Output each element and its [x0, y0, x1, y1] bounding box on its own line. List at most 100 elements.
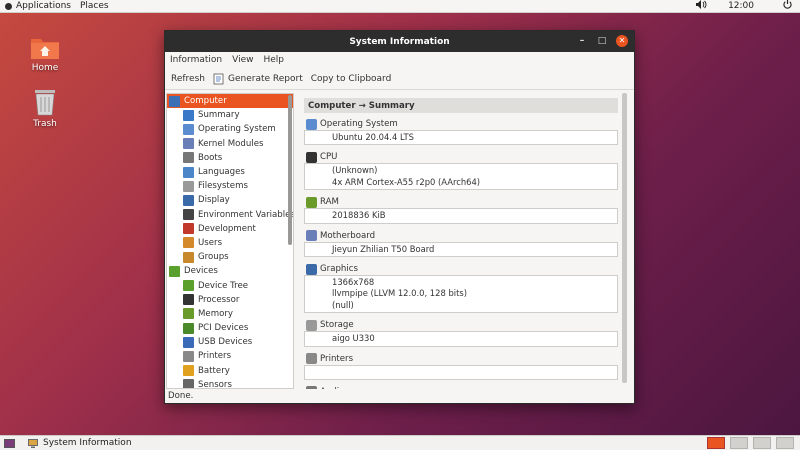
window-content: Computer Summary Operating System Kernel Mo…: [165, 91, 634, 389]
maximize-button[interactable]: □: [596, 35, 608, 47]
sidebar-item-environment-variables[interactable]: Environment Variables: [167, 208, 293, 222]
monitor-icon: [306, 263, 317, 275]
sidebar-item-label: Operating System: [198, 124, 276, 135]
chip-icon: [183, 280, 194, 292]
section-value: llvmpipe (LLVM 12.0.0, 128 bits): [332, 288, 468, 299]
clock[interactable]: 12:00: [728, 1, 754, 11]
cpu-icon: [306, 151, 317, 163]
sidebar-item-kernel-modules[interactable]: Kernel Modules: [167, 137, 293, 151]
speaker-icon[interactable]: [694, 0, 708, 12]
bottom-taskbar: System Information: [0, 435, 800, 450]
sidebar-item-users[interactable]: Users: [167, 236, 293, 250]
power-icon[interactable]: [782, 0, 792, 12]
minimize-button[interactable]: –: [576, 35, 588, 47]
sidebar-item-filesystems[interactable]: Filesystems: [167, 179, 293, 193]
desktop-icon-home[interactable]: Home: [15, 36, 75, 73]
section-value: Ubuntu 20.04.4 LTS: [332, 132, 414, 142]
sidebar-item-label: Sensors: [198, 379, 232, 389]
battery-icon: [183, 365, 194, 377]
menu-view[interactable]: View: [232, 55, 253, 65]
sidebar-item-groups[interactable]: Groups: [167, 250, 293, 264]
home-folder-icon: [31, 39, 59, 59]
window-title: System Information: [349, 36, 450, 47]
workspace-3[interactable]: [753, 437, 771, 449]
section-value: 4x ARM Cortex-A55 r2p0 (AArch64): [332, 176, 481, 187]
refresh-button[interactable]: Refresh: [171, 74, 205, 84]
sidebar-item-computer[interactable]: Computer: [167, 94, 293, 109]
sidebar-item-printers[interactable]: Printers: [167, 349, 293, 363]
sidebar-item-operating-system[interactable]: Operating System: [167, 122, 293, 136]
sidebar-item-languages[interactable]: Languages: [167, 165, 293, 179]
sidebar-item-battery[interactable]: Battery: [167, 364, 293, 378]
generate-report-button[interactable]: Generate Report: [213, 73, 303, 85]
applications-menu[interactable]: Applications: [5, 1, 71, 11]
section-title: Graphics: [320, 264, 358, 275]
close-button[interactable]: ✕: [616, 35, 628, 47]
menu-information[interactable]: Information: [170, 55, 222, 65]
terminal-icon: [183, 209, 194, 221]
places-menu[interactable]: Places: [80, 1, 109, 11]
sidebar-item-label: Groups: [198, 252, 229, 263]
sidebar-item-device-tree[interactable]: Device Tree: [167, 278, 293, 292]
user-icon: [183, 237, 194, 249]
copy-to-clipboard-button[interactable]: Copy to Clipboard: [311, 74, 392, 84]
applications-label: Applications: [16, 1, 71, 11]
show-desktop-icon[interactable]: [4, 438, 15, 448]
sidebar-item-label: Printers: [198, 351, 232, 362]
sidebar-item-label: Memory: [198, 308, 233, 319]
section-value-box: Ubuntu 20.04.4 LTS: [304, 130, 618, 146]
drive-icon: [183, 180, 194, 192]
sidebar-item-label: Computer: [184, 96, 227, 107]
app-icon: [28, 438, 38, 448]
sidebar-item-processor[interactable]: Processor: [167, 293, 293, 307]
sidebar-item-summary[interactable]: Summary: [167, 108, 293, 122]
menu-help[interactable]: Help: [263, 55, 284, 65]
workspace-switcher[interactable]: [702, 437, 794, 449]
chip-icon: [169, 265, 180, 277]
sidebar-item-usb-devices[interactable]: USB Devices: [167, 335, 293, 349]
section-value: [332, 367, 617, 378]
sidebar-item-label: Languages: [198, 167, 245, 178]
taskbar-item-label: System Information: [43, 438, 132, 448]
section-operating-system: Operating System Ubuntu 20.04.4 LTS: [304, 118, 618, 146]
trash-icon: [35, 90, 55, 116]
sidebar-scrollbar[interactable]: [288, 95, 292, 245]
sidebar-item-display[interactable]: Display: [167, 193, 293, 207]
sidebar-item-boots[interactable]: Boots: [167, 151, 293, 165]
printer-icon: [306, 353, 317, 365]
workspace-2[interactable]: [730, 437, 748, 449]
sidebar-item-label: PCI Devices: [198, 323, 249, 334]
workspace-4[interactable]: [776, 437, 794, 449]
sidebar-item-memory[interactable]: Memory: [167, 307, 293, 321]
summary-panel: Computer → Summary Operating System Ubunt…: [299, 93, 632, 389]
taskbar-item-system-information[interactable]: System Information: [28, 438, 132, 448]
sidebar-tree[interactable]: Computer Summary Operating System Kernel Mo…: [166, 93, 294, 389]
main-scrollbar[interactable]: [622, 93, 627, 383]
cpu-icon: [183, 294, 194, 306]
sidebar-item-development[interactable]: Development: [167, 222, 293, 236]
section-ram: RAM 2018836 KiB: [304, 196, 618, 224]
generate-report-label: Generate Report: [228, 73, 303, 84]
sidebar-item-devices[interactable]: Devices: [167, 264, 293, 278]
window-titlebar[interactable]: System Information – □ ✕: [165, 31, 634, 52]
section-cpu: CPU (Unknown) 4x ARM Cortex-A55 r2p0 (AArc…: [304, 151, 618, 191]
sidebar-item-label: Processor: [198, 294, 240, 305]
sidebar-item-label: USB Devices: [198, 337, 253, 348]
sidebar-item-sensors[interactable]: Sensors: [167, 378, 293, 389]
section-title: Operating System: [320, 119, 398, 129]
workspace-1[interactable]: [707, 437, 725, 449]
sidebar-item-label: Display: [198, 195, 230, 206]
sidebar-item-label: Battery: [198, 365, 230, 376]
section-title: Printers: [320, 353, 354, 364]
sidebar-item-pci-devices[interactable]: PCI Devices: [167, 321, 293, 335]
section-value-box: (Unknown) 4x ARM Cortex-A55 r2p0 (AArch64…: [304, 163, 618, 191]
menubar: Information View Help: [165, 52, 634, 68]
section-value: Jieyun Zhilian T50 Board: [332, 243, 435, 254]
sidebar-item-label: Development: [198, 223, 256, 234]
sensor-icon: [183, 379, 194, 388]
sidebar-item-label: Environment Variables: [198, 209, 294, 220]
system-information-window: System Information – □ ✕ Information Vie…: [164, 30, 635, 404]
section-value: (Unknown): [332, 165, 378, 176]
desktop-icon-trash[interactable]: Trash: [15, 88, 75, 129]
report-icon: [213, 73, 224, 84]
